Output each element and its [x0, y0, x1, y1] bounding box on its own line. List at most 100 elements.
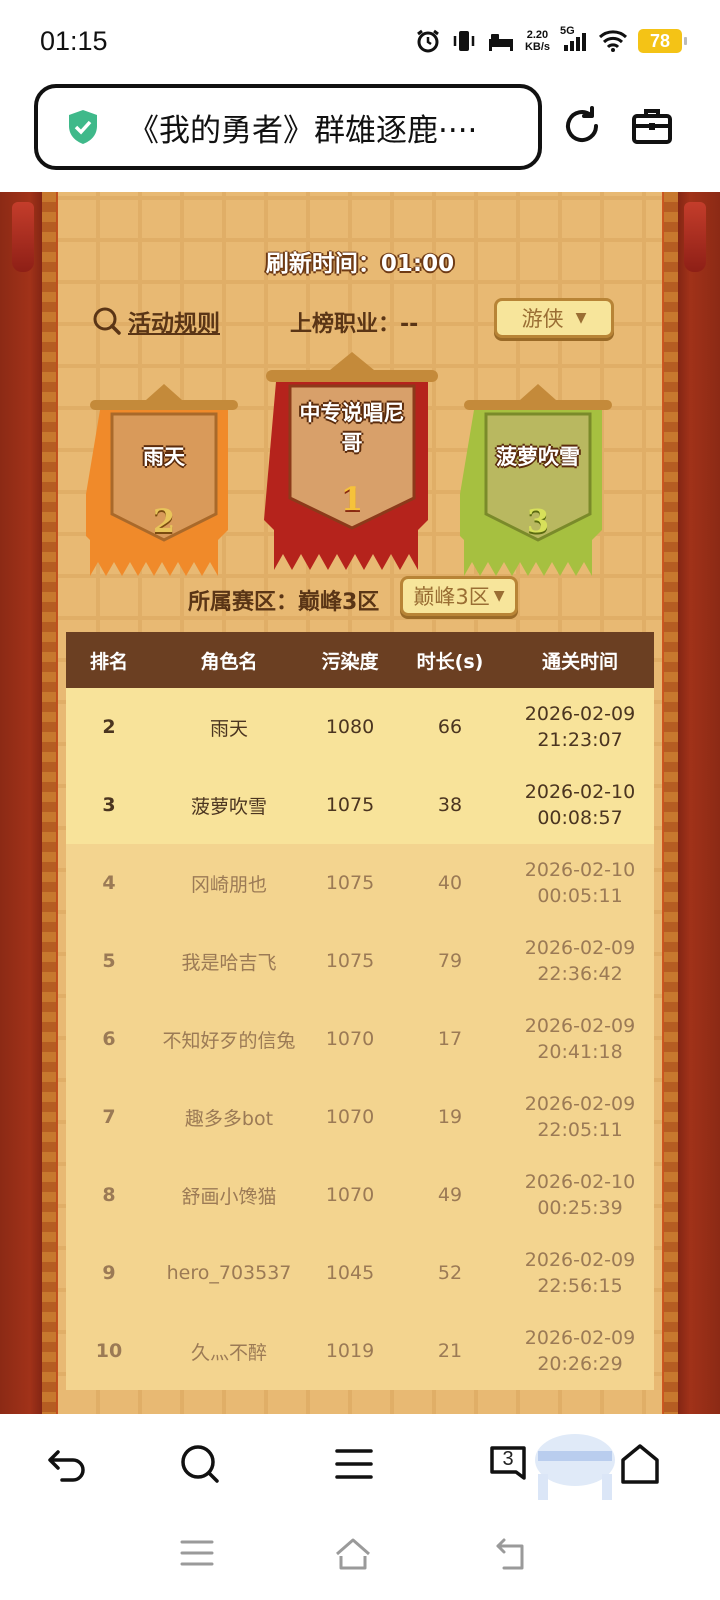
table-body: 2 雨天 1080 66 2026-02-09 21:23:07 3 菠萝吹雪 1075 38 20… — [66, 688, 654, 1390]
podium-rank-1: 中专说唱尼哥 1 — [262, 348, 442, 572]
banner-flag — [264, 352, 438, 570]
tabs-button[interactable]: 3 — [486, 1442, 530, 1486]
row-name: 趣多多bot — [184, 1107, 274, 1130]
frame-border — [42, 192, 56, 1414]
header-name: 角色名 — [200, 650, 258, 673]
row-clear-clock: 20:41:18 — [537, 1041, 623, 1063]
bed-icon — [487, 29, 515, 53]
table-row[interactable]: 4 冈崎朋也 1075 40 2026-02-10 00:05:11 — [66, 844, 654, 922]
zone-select-value: 巅峰3区 — [413, 585, 490, 609]
row-duration: 40 — [437, 872, 463, 894]
table-header: 排名 角色名 污染度 时长(s) 通关时间 — [66, 632, 654, 688]
menu-icon[interactable] — [332, 1442, 376, 1486]
tab-count: 3 — [502, 1448, 514, 1470]
row-duration: 49 — [437, 1184, 463, 1206]
vibrate-icon — [451, 28, 477, 54]
row-duration: 17 — [437, 1028, 463, 1050]
game-view: 刷新时间：01:00 活动规则 上榜职业：-- 游侠 ▼ 雨天 2 中专说唱尼哥… — [0, 192, 720, 1414]
table-row[interactable]: 3 菠萝吹雪 1075 38 2026-02-10 00:08:57 — [66, 766, 654, 844]
podium-rank-number: 2 — [152, 502, 176, 540]
row-clear-time: 2026-02-09 22:36:42 — [506, 935, 654, 987]
podium-rank-number: 1 — [340, 480, 364, 518]
zone-select[interactable]: 巅峰3区 ▼ — [400, 576, 518, 616]
row-clear-date: 2026-02-09 — [524, 1015, 636, 1037]
row-duration: 19 — [437, 1106, 463, 1128]
row-pollution: 1080 — [325, 716, 375, 738]
row-clear-time: 2026-02-09 20:41:18 — [506, 1013, 654, 1065]
refresh-icon[interactable] — [558, 102, 606, 150]
row-clear-clock: 00:05:11 — [537, 885, 623, 907]
table-row[interactable]: 2 雨天 1080 66 2026-02-09 21:23:07 — [66, 688, 654, 766]
alarm-icon — [415, 28, 441, 54]
row-duration: 79 — [437, 950, 463, 972]
row-clear-time: 2026-02-09 20:26:29 — [506, 1325, 654, 1377]
job-select[interactable]: 游侠 ▼ — [494, 298, 614, 338]
row-rank: 4 — [102, 872, 116, 894]
row-clear-clock: 22:05:11 — [537, 1119, 623, 1141]
page-title: 《我的勇者》群雄逐鹿···· — [128, 112, 478, 149]
table-row[interactable]: 7 趣多多bot 1070 19 2026-02-09 22:05:11 — [66, 1078, 654, 1156]
home-icon[interactable] — [334, 1534, 372, 1572]
table-row[interactable]: 6 不知好歹的信兔 1070 17 2026-02-09 20:41:18 — [66, 1000, 654, 1078]
row-pollution: 1075 — [325, 872, 375, 894]
magnifier-icon — [93, 307, 121, 335]
row-pollution: 1075 — [325, 950, 375, 972]
row-pollution: 1070 — [325, 1106, 375, 1128]
job-label: 上榜职业：-- — [290, 312, 419, 337]
row-pollution: 1019 — [325, 1340, 375, 1362]
search-icon[interactable] — [178, 1442, 222, 1486]
podium-name: 中专说唱尼哥 — [299, 401, 405, 455]
net-speed: 2.20 KB/s — [525, 29, 550, 53]
row-clear-time: 2026-02-10 00:05:11 — [506, 857, 654, 909]
table-row[interactable]: 5 我是哈吉飞 1075 79 2026-02-09 22:36:42 — [66, 922, 654, 1000]
rules-label: 活动规则 — [128, 311, 220, 337]
mascot-icon[interactable] — [532, 1426, 618, 1502]
table-row[interactable]: 9 hero_703537 1045 52 2026-02-09 22:56:15 — [66, 1234, 654, 1312]
row-rank: 5 — [102, 950, 116, 972]
home-icon[interactable] — [618, 1442, 662, 1486]
row-rank: 6 — [102, 1028, 116, 1050]
row-clear-time: 2026-02-10 00:25:39 — [506, 1169, 654, 1221]
row-clear-date: 2026-02-10 — [524, 1171, 636, 1193]
row-clear-time: 2026-02-09 21:23:07 — [506, 701, 654, 753]
row-rank: 3 — [102, 794, 116, 816]
row-duration: 21 — [437, 1340, 463, 1362]
rules-link[interactable]: 活动规则 — [92, 304, 220, 338]
table-row[interactable]: 8 舒画小馋猫 1070 49 2026-02-10 00:25:39 — [66, 1156, 654, 1234]
row-pollution: 1075 — [325, 794, 375, 816]
row-clear-clock: 22:36:42 — [537, 963, 623, 985]
header-rank: 排名 — [89, 650, 128, 673]
status-bar: 01:15 2.20 KB/s 5G 78 — [0, 0, 720, 84]
row-clear-date: 2026-02-10 — [524, 859, 636, 881]
status-time: 01:15 — [40, 26, 108, 56]
address-bar[interactable]: 《我的勇者》群雄逐鹿···· — [34, 84, 542, 170]
row-clear-date: 2026-02-09 — [524, 1249, 636, 1271]
row-clear-clock: 00:25:39 — [537, 1197, 623, 1219]
podium-rank-2: 雨天 2 — [80, 380, 242, 576]
podium-rank-number: 3 — [526, 502, 550, 540]
row-rank: 9 — [102, 1262, 116, 1284]
row-clear-clock: 21:23:07 — [537, 729, 623, 751]
chevron-down-icon: ▼ — [493, 588, 505, 604]
podium-name: 雨天 — [143, 445, 185, 469]
net-speed-unit: KB/s — [524, 41, 550, 53]
frame-border — [664, 192, 678, 1414]
row-duration: 52 — [437, 1262, 463, 1284]
back-icon[interactable] — [46, 1442, 90, 1486]
signal-icon: 5G — [560, 25, 588, 53]
back-icon[interactable] — [494, 1534, 532, 1572]
wifi-icon — [598, 29, 628, 53]
row-name: 不知好歹的信兔 — [162, 1029, 296, 1052]
row-clear-time: 2026-02-09 22:56:15 — [506, 1247, 654, 1299]
table-row[interactable]: 10 久灬不醉 1019 21 2026-02-09 20:26:29 — [66, 1312, 654, 1390]
toolbox-icon[interactable] — [628, 102, 676, 150]
leaderboard-table: 排名 角色名 污染度 时长(s) 通关时间 2 雨天 1080 66 2026-02-0… — [66, 632, 654, 1390]
row-name: 我是哈吉飞 — [181, 951, 277, 974]
battery-indicator: 78 — [638, 29, 687, 53]
system-nav-bar — [0, 1514, 720, 1600]
row-clear-date: 2026-02-09 — [524, 703, 636, 725]
recents-icon[interactable] — [178, 1534, 216, 1572]
podium-rank-3: 菠萝吹雪 3 — [454, 380, 616, 576]
status-icons: 2.20 KB/s 5G 78 — [415, 25, 687, 54]
row-clear-clock: 22:56:15 — [537, 1275, 623, 1297]
